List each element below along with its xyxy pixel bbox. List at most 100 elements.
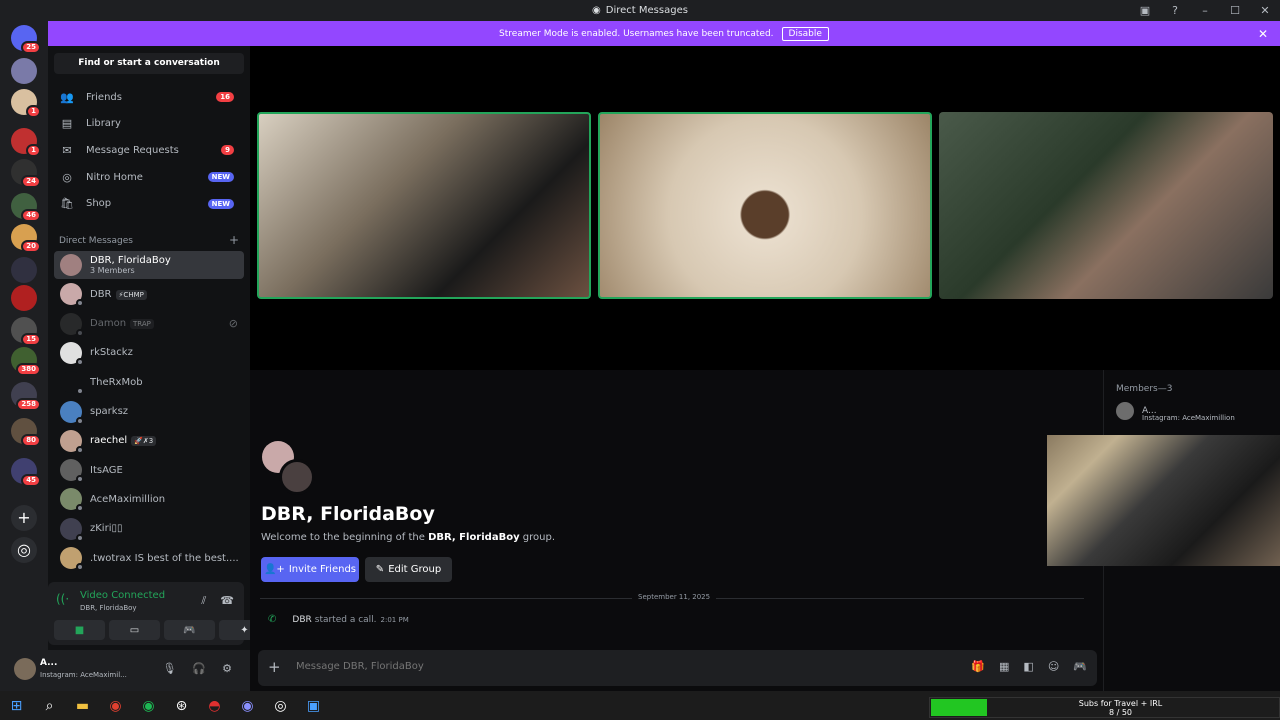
server-icon[interactable]: 80 [11, 418, 41, 447]
nav-item-nitro-home[interactable]: ◎ Nitro Home NEW [54, 165, 244, 189]
member-item[interactable]: A... Instagram: AceMaximillion [1116, 402, 1235, 422]
chrome-icon[interactable]: ◉ [99, 691, 132, 720]
server-icon[interactable]: 15 [11, 317, 41, 346]
gift-icon[interactable]: 🎁 [971, 660, 985, 673]
dm-text: Damon TRAP [90, 318, 154, 330]
dm-avatar [60, 371, 84, 396]
voice-panel: ((· Video Connected DBR, FloridaBoy ⫽ ☎ … [48, 582, 270, 645]
edit-group-button[interactable]: ✎ Edit Group [365, 557, 452, 582]
user-name[interactable]: A... [40, 658, 57, 668]
video-tile-floridaboy[interactable] [598, 112, 932, 299]
dm-item[interactable]: Damon TRAP ⊘ [54, 310, 244, 338]
call-text: started a call. [314, 614, 377, 625]
headphones-icon[interactable]: 🎧 [192, 662, 206, 675]
dm-item[interactable]: zKiri▯▯ [54, 515, 244, 543]
settings-gear-icon[interactable]: ⚙ [222, 662, 232, 675]
minimize-button[interactable]: – [1190, 4, 1220, 17]
attach-plus-icon[interactable]: + [268, 658, 281, 676]
dm-item[interactable]: TheRxMob [54, 368, 244, 396]
server-badge: 380 [16, 363, 41, 376]
member-status: Instagram: AceMaximillion [1142, 414, 1235, 422]
nav-badge: NEW [207, 172, 234, 183]
nav-icon: 👥 [60, 90, 74, 104]
dm-text: sparksz [90, 406, 128, 417]
apps-icon[interactable]: 🎮 [1073, 660, 1087, 673]
voice-status[interactable]: Video Connected [80, 590, 165, 601]
dm-item[interactable]: ItsAGE [54, 456, 244, 484]
server-icon[interactable] [11, 58, 37, 84]
server-icon[interactable]: 45 [11, 458, 41, 487]
microphone-icon[interactable]: 🎙 [162, 662, 176, 675]
start-icon[interactable]: ⊞ [0, 691, 33, 720]
server-badge: 258 [16, 398, 41, 411]
server-icon[interactable]: 380 [11, 347, 41, 376]
server-icon[interactable] [11, 257, 37, 283]
obs-icon[interactable]: ◎ [264, 691, 297, 720]
message-composer: + 🎁 ▦ ◧ ☺ 🎮 [258, 650, 1097, 686]
nav-item-friends[interactable]: 👥 Friends 16 [54, 85, 244, 109]
dm-item[interactable]: DBR, FloridaBoy 3 Members [54, 251, 244, 279]
close-window-button[interactable]: ✕ [1250, 4, 1280, 17]
server-icon[interactable]: 25 [11, 25, 41, 54]
emoji-icon[interactable]: ☺ [1048, 660, 1059, 673]
discord-taskbar-icon[interactable]: ◉ [231, 691, 264, 720]
window-controls: ▣ ? – ☐ ✕ [1130, 0, 1280, 21]
dm-header: Direct Messages + [59, 233, 239, 247]
dm-item[interactable]: sparksz [54, 398, 244, 426]
server-icon[interactable]: 1 [11, 128, 41, 157]
video-tile-dbr[interactable] [257, 112, 591, 299]
disconnect-icon[interactable]: ☎ [220, 594, 234, 608]
nav-item-shop[interactable]: 🛍 Shop NEW [54, 192, 244, 216]
spotify-icon[interactable]: ◉ [132, 691, 165, 720]
screenshare-button[interactable]: ▭ [109, 620, 160, 640]
find-conversation-button[interactable]: Find or start a conversation [54, 53, 244, 74]
call-user[interactable]: DBR [292, 615, 311, 625]
server-icon[interactable]: 46 [11, 193, 41, 222]
search-icon[interactable]: ⌕ [33, 691, 66, 720]
dm-item[interactable]: raechel 🚀✗3 [54, 427, 244, 455]
activity-button[interactable]: 🎮 [164, 620, 215, 640]
sticker-icon[interactable]: ◧ [1023, 660, 1033, 673]
nav-label: Library [86, 118, 121, 130]
explore-icon[interactable]: ◎ [11, 537, 37, 563]
noise-suppression-icon[interactable]: ⫽ [201, 594, 206, 608]
add-server-icon[interactable]: + [11, 505, 37, 531]
subs-goal-count: 8 / 50 [1108, 708, 1133, 717]
voice-channel[interactable]: DBR, FloridaBoy [80, 604, 137, 612]
server-badge: 20 [21, 240, 41, 253]
add-user-icon: 👤+ [263, 564, 285, 575]
nav-item-message-requests[interactable]: ✉ Message Requests 9 [54, 138, 244, 162]
server-icon[interactable]: 1 [11, 89, 41, 118]
help-icon[interactable]: ? [1160, 4, 1190, 17]
nav-item-library[interactable]: ▤ Library [54, 112, 244, 136]
server-icon[interactable] [11, 285, 37, 311]
app-icon[interactable]: ⊛ [165, 691, 198, 720]
group-title: DBR, FloridaBoy [261, 503, 435, 525]
server-icon[interactable]: 258 [11, 382, 41, 411]
dm-name: DBR [90, 288, 112, 300]
server-icon[interactable]: 20 [11, 224, 41, 253]
create-dm-icon[interactable]: + [229, 233, 239, 247]
dm-item[interactable]: rkStackz [54, 339, 244, 367]
maximize-button[interactable]: ☐ [1220, 4, 1250, 17]
disable-streamer-mode-button[interactable]: Disable [781, 26, 829, 41]
pokeball-icon[interactable]: ◓ [198, 691, 231, 720]
blocked-icon: ⊘ [228, 317, 238, 331]
window-app-icon[interactable]: ▣ [297, 691, 330, 720]
camera-button[interactable]: ■ [54, 620, 105, 640]
dm-text: .twotrax IS best of the best.... [90, 553, 239, 564]
message-input[interactable] [296, 661, 896, 672]
file-explorer-icon[interactable]: ▬ [66, 691, 99, 720]
dm-item[interactable]: DBR ⚡CHMP [54, 280, 244, 308]
server-badge: 15 [21, 333, 41, 346]
dm-item[interactable]: .twotrax IS best of the best.... [54, 544, 244, 572]
dm-item[interactable]: AceMaximillion [54, 485, 244, 513]
close-banner-icon[interactable]: ✕ [1258, 27, 1268, 41]
gif-icon[interactable]: ▦ [999, 660, 1009, 673]
inbox-icon[interactable]: ▣ [1130, 4, 1160, 17]
dm-name: TheRxMob [90, 376, 143, 388]
video-tile-third[interactable] [939, 112, 1273, 299]
invite-friends-button[interactable]: 👤+ Invite Friends [261, 557, 359, 582]
user-avatar[interactable] [14, 658, 36, 680]
server-icon[interactable]: 24 [11, 159, 41, 188]
